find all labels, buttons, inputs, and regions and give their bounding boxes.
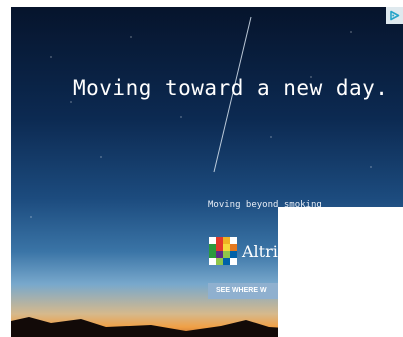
logo-tile xyxy=(216,244,223,251)
logo-tile xyxy=(223,258,230,265)
brand-logo[interactable]: Altria xyxy=(209,237,287,265)
logo-tile xyxy=(209,237,216,244)
logo-tile xyxy=(216,258,223,265)
ad-headline: Moving toward a new day. xyxy=(73,76,389,100)
logo-tile xyxy=(223,237,230,244)
altria-logo-mark-icon xyxy=(209,237,237,265)
blank-occlusion-panel xyxy=(278,207,403,337)
logo-tile xyxy=(209,244,216,251)
logo-tile xyxy=(209,251,216,258)
logo-tile xyxy=(223,251,230,258)
logo-tile xyxy=(216,237,223,244)
adchoices-triangle-icon xyxy=(390,10,400,21)
adchoices-icon[interactable] xyxy=(386,7,403,24)
logo-tile xyxy=(216,251,223,258)
logo-tile xyxy=(230,244,237,251)
logo-tile xyxy=(230,258,237,265)
logo-tile xyxy=(223,244,230,251)
logo-tile xyxy=(230,251,237,258)
logo-tile xyxy=(230,237,237,244)
logo-tile xyxy=(209,258,216,265)
